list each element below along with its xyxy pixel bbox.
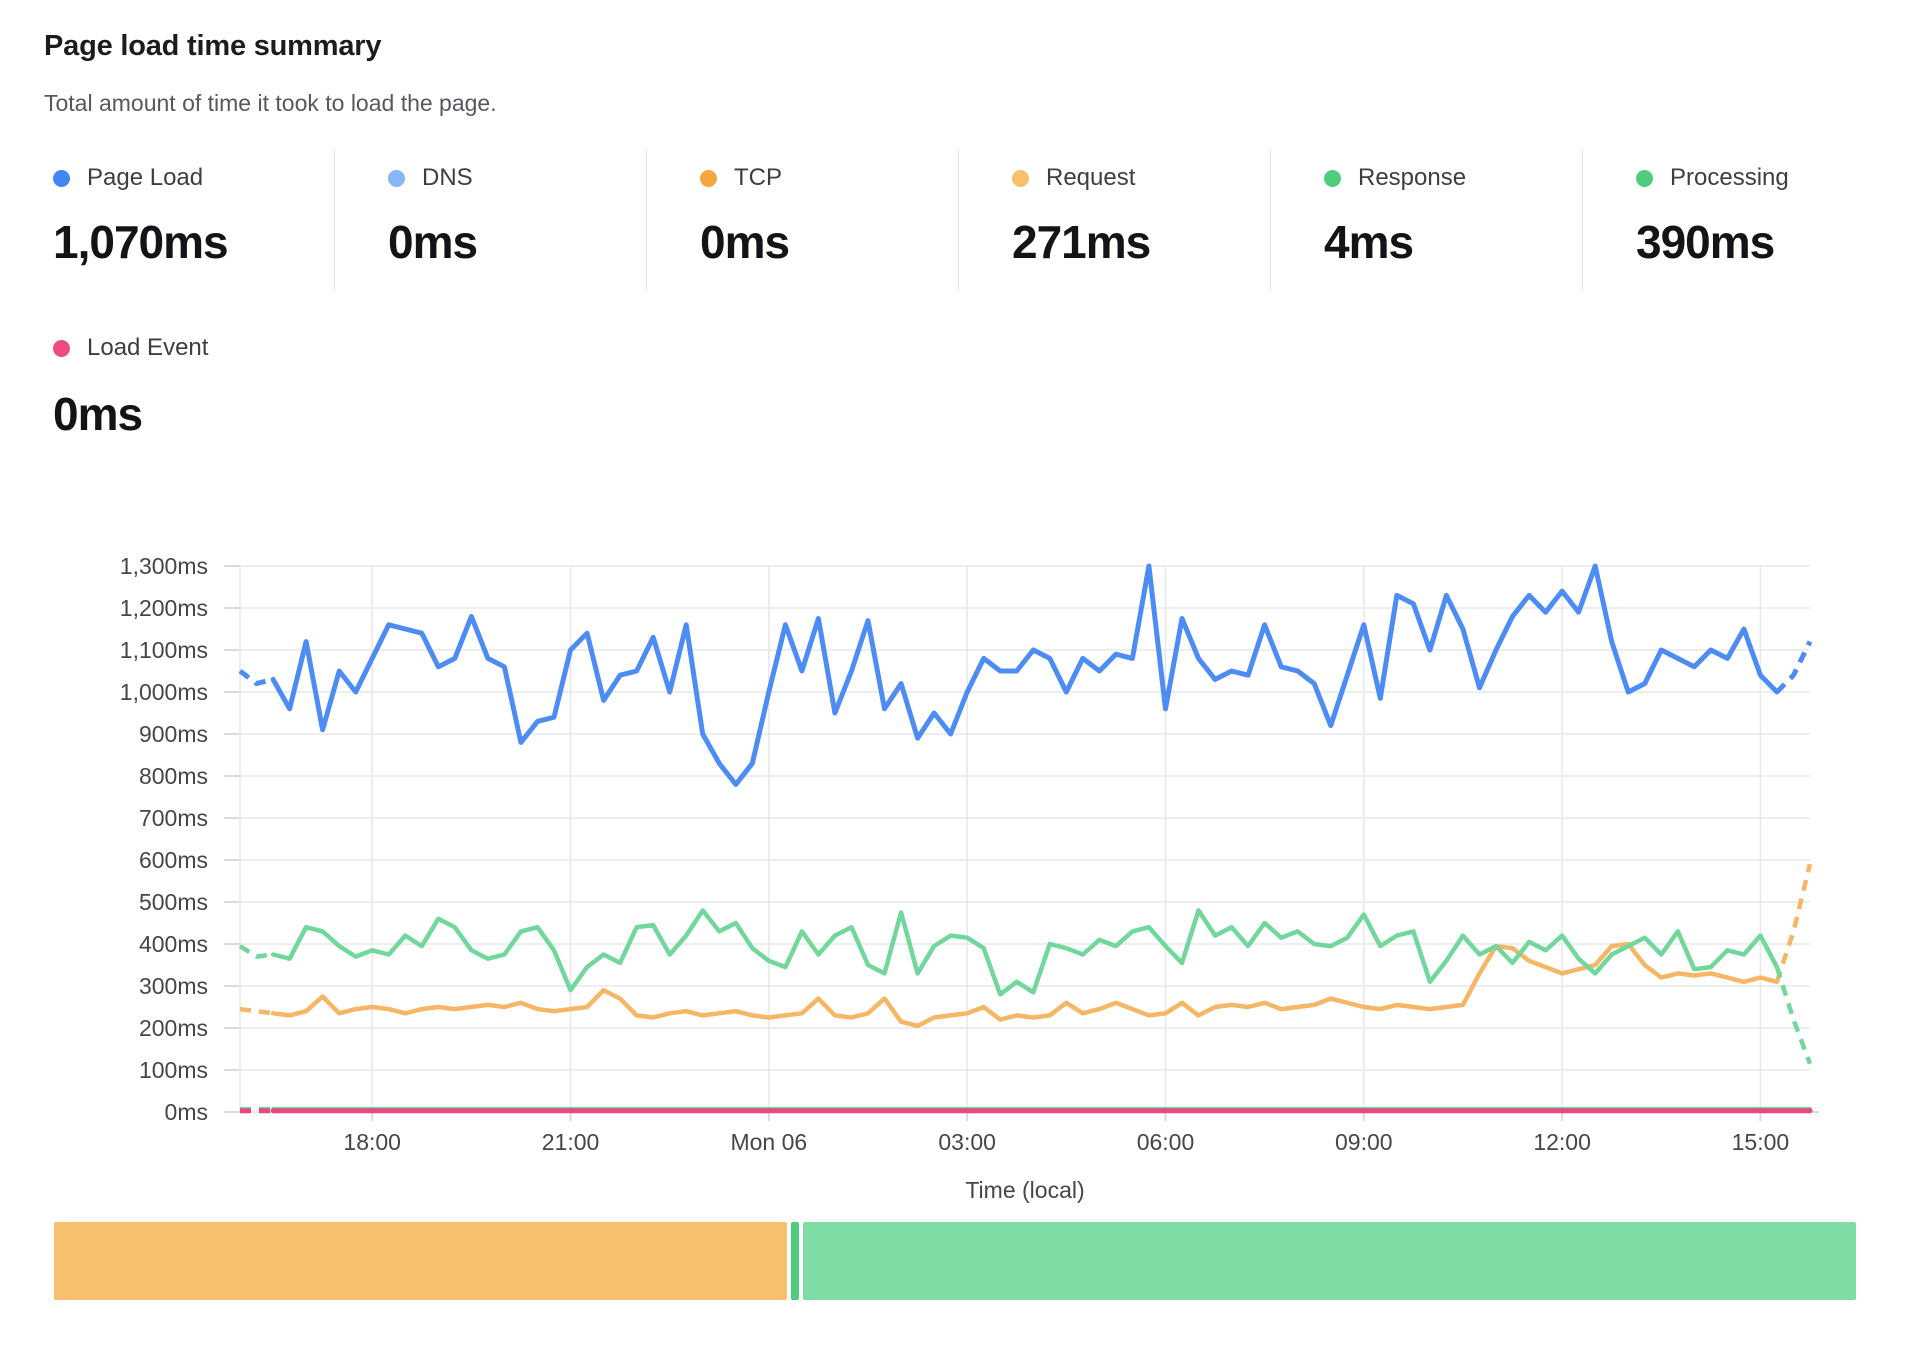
metric-value: 0ms — [53, 387, 208, 441]
x-axis-label: 12:00 — [1533, 1129, 1591, 1155]
y-axis-label: 100ms — [139, 1057, 208, 1083]
x-axis-label: 21:00 — [542, 1129, 600, 1155]
metric-value: 390ms — [1636, 215, 1894, 269]
y-axis-label: 0ms — [165, 1099, 208, 1125]
metric-label: Page Load — [87, 164, 203, 192]
page-subtitle: Total amount of time it took to load the… — [44, 90, 497, 117]
metric-value: 0ms — [388, 215, 646, 269]
dns-dot-icon — [388, 170, 405, 187]
metric-load-event: Load Event 0ms — [44, 335, 208, 441]
y-axis-label: 400ms — [139, 931, 208, 957]
status-bar-segment-passing[interactable] — [803, 1222, 1855, 1300]
y-axis-label: 300ms — [139, 973, 208, 999]
tcp-dot-icon — [700, 170, 717, 187]
y-axis-label: 600ms — [139, 847, 208, 873]
series-line-processing-dashed — [240, 946, 273, 957]
page-title: Page load time summary — [44, 30, 381, 63]
request-dot-icon — [1012, 170, 1029, 187]
metric-tcp: TCP 0ms — [646, 150, 958, 290]
chart-canvas[interactable]: 0ms 100ms 200ms 300ms 400ms 500ms 600ms 700ms 80… — [0, 440, 1910, 1220]
timeseries-chart[interactable]: 0ms 100ms 200ms 300ms 400ms 500ms 600ms 700ms 80… — [0, 440, 1910, 1220]
y-axis-label: 500ms — [139, 889, 208, 915]
metric-request: Request 271ms — [958, 150, 1270, 290]
page-load-summary-panel: Page load time summary Total amount of t… — [0, 0, 1910, 1352]
metric-response: Response 4ms — [1270, 150, 1582, 290]
x-axis-label: 03:00 — [938, 1129, 996, 1155]
y-axis-label: 1,300ms — [120, 553, 208, 579]
status-bar-segment-degraded[interactable] — [54, 1222, 787, 1300]
load-event-dot-icon — [53, 340, 70, 357]
x-axis-label: 09:00 — [1335, 1129, 1393, 1155]
y-axis-label: 900ms — [139, 721, 208, 747]
y-axis-label: 700ms — [139, 805, 208, 831]
metric-label: DNS — [422, 164, 473, 192]
page-load-dot-icon — [53, 170, 70, 187]
metric-label: Request — [1046, 164, 1135, 192]
series-line-page-load-dashed — [240, 671, 273, 684]
metric-dns: DNS 0ms — [334, 150, 646, 290]
metric-label: Processing — [1670, 164, 1789, 192]
series-line-processing-dashed — [1777, 967, 1810, 1064]
metric-value: 4ms — [1324, 215, 1582, 269]
y-axis-label: 1,000ms — [120, 679, 208, 705]
y-axis-label: 200ms — [139, 1015, 208, 1041]
processing-dot-icon — [1636, 170, 1653, 187]
metric-label: Load Event — [87, 334, 208, 362]
metrics-summary-row: Page Load 1,070ms DNS 0ms TCP 0ms Reques… — [44, 150, 1894, 290]
metric-label: TCP — [734, 164, 782, 192]
metric-value: 1,070ms — [53, 215, 334, 269]
series-line-request-dashed — [240, 1009, 273, 1013]
metric-processing: Processing 390ms — [1582, 150, 1894, 290]
x-axis-label: Mon 06 — [730, 1129, 807, 1155]
series-line-request-dashed — [1777, 864, 1810, 982]
x-axis-label: 06:00 — [1137, 1129, 1195, 1155]
response-dot-icon — [1324, 170, 1341, 187]
series-line-processing — [273, 910, 1777, 994]
y-axis-label: 1,100ms — [120, 637, 208, 663]
y-axis-label: 1,200ms — [120, 595, 208, 621]
status-bar-segment-passing-sliver[interactable] — [791, 1222, 799, 1300]
metric-value: 0ms — [700, 215, 958, 269]
x-axis-title: Time (local) — [965, 1177, 1084, 1203]
series-line-page-load-dashed — [1777, 642, 1810, 692]
series-line-page-load — [273, 566, 1777, 784]
y-axis-label: 800ms — [139, 763, 208, 789]
metric-value: 271ms — [1012, 215, 1270, 269]
status-timeline-bar[interactable] — [54, 1222, 1856, 1300]
metric-label: Response — [1358, 164, 1466, 192]
x-axis-label: 15:00 — [1732, 1129, 1790, 1155]
x-axis-label: 18:00 — [343, 1129, 401, 1155]
metric-page-load: Page Load 1,070ms — [44, 150, 334, 290]
